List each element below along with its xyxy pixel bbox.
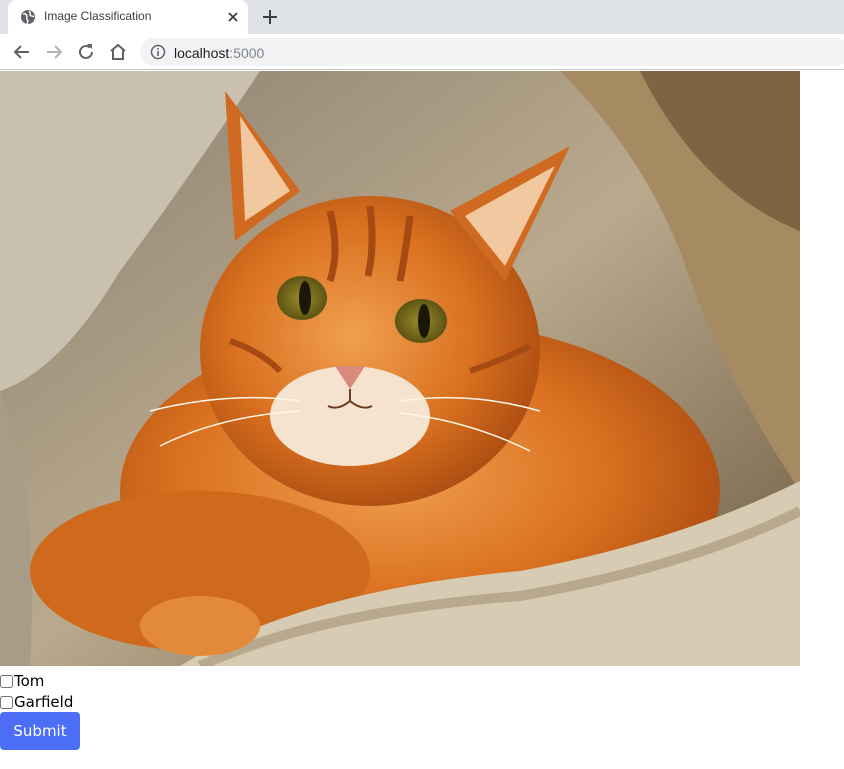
globe-icon: [21, 10, 35, 25]
option-label: Tom: [14, 672, 45, 690]
cat-image: [0, 71, 800, 666]
address-bar[interactable]: localhost:5000: [140, 38, 844, 66]
tom-checkbox[interactable]: [0, 674, 13, 688]
plus-icon[interactable]: [260, 7, 280, 27]
info-icon[interactable]: [150, 44, 166, 60]
arrow-right-icon[interactable]: [43, 41, 65, 63]
option-label: Garfield: [14, 693, 74, 711]
url-port: :5000: [229, 45, 265, 61]
url-text: localhost:5000: [174, 45, 264, 61]
option-garfield[interactable]: Garfield: [0, 692, 73, 712]
arrow-left-icon[interactable]: [11, 41, 33, 63]
browser-toolbar: localhost:5000: [0, 34, 844, 70]
close-icon[interactable]: [224, 8, 242, 26]
reload-icon[interactable]: [75, 41, 97, 63]
browser-tab[interactable]: Image Classification: [8, 0, 248, 34]
tab-title: Image Classification: [44, 9, 152, 23]
tab-strip: Image Classification: [0, 0, 844, 34]
home-icon[interactable]: [107, 41, 129, 63]
garfield-checkbox[interactable]: [0, 695, 13, 709]
submit-button[interactable]: Submit: [0, 712, 80, 750]
option-tom[interactable]: Tom: [0, 671, 44, 691]
cat-photo-graphic: [0, 71, 800, 666]
url-host: localhost: [174, 45, 230, 61]
